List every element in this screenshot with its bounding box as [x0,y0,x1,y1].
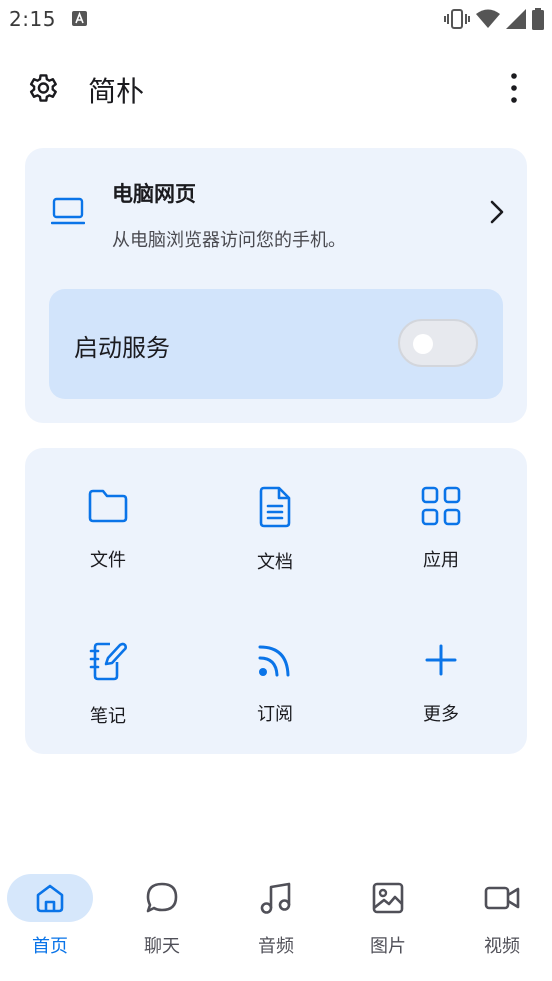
notebook-icon [89,642,128,681]
grid-item-files[interactable]: 文件 [48,472,168,572]
nav-active-indicator [7,874,93,922]
start-service-row: 启动服务 [49,289,503,399]
image-icon [372,882,404,914]
grid-item-label: 笔记 [90,706,126,727]
grid-item-notes[interactable]: 笔记 [48,626,168,727]
home-icon [36,884,64,913]
status-bar: 2:15 [0,0,552,40]
grid-item-subscriptions[interactable]: 订阅 [215,626,335,726]
nav-label: 视频 [484,936,520,957]
web-access-card: 电脑网页 从电脑浏览器访问您的手机。 启动服务 [25,148,527,423]
feature-grid-card: 文件 文档 应用 笔记 订阅 更多 [25,448,527,754]
nav-item-home[interactable]: 首页 [0,874,100,964]
web-access-subtitle: 从电脑浏览器访问您的手机。 [112,230,346,251]
status-icons [444,8,544,30]
notification-a-icon [72,11,87,26]
music-note-icon [260,882,291,914]
chat-bubble-icon [146,882,178,913]
folder-icon [88,489,128,523]
grid-item-label: 应用 [423,550,459,571]
start-service-label: 启动服务 [74,334,170,362]
more-vertical-icon [511,73,517,103]
nav-item-audio[interactable]: 音频 [226,874,326,964]
nav-label: 图片 [370,936,406,957]
grid-item-label: 文档 [257,552,293,573]
nav-label: 聊天 [144,936,180,957]
app-bar: 简朴 [0,56,552,120]
more-options-button[interactable] [502,68,526,108]
grid-item-label: 更多 [423,704,459,725]
nav-item-chat[interactable]: 聊天 [112,874,212,964]
chevron-right-icon [490,200,504,224]
grid-item-more[interactable]: 更多 [381,626,501,726]
vibrate-icon [444,9,470,29]
plus-icon [425,644,457,676]
nav-label: 首页 [32,936,68,957]
status-time: 2:15 [9,7,56,31]
battery-icon [532,8,544,30]
settings-button[interactable] [22,68,62,108]
start-service-toggle[interactable] [398,319,478,367]
app-title: 简朴 [88,75,145,108]
grid-item-label: 订阅 [257,704,293,725]
apps-grid-icon [421,486,461,526]
grid-item-docs[interactable]: 文档 [215,472,335,573]
web-access-row[interactable]: 电脑网页 从电脑浏览器访问您的手机。 [25,148,527,268]
web-access-title: 电脑网页 [112,182,196,206]
nav-label: 音频 [258,936,294,957]
video-camera-icon [484,886,520,910]
nav-item-images[interactable]: 图片 [338,874,438,964]
bottom-navigation: 首页 聊天 音频 图片 视频 [0,862,552,981]
document-icon [259,486,291,528]
nav-item-video[interactable]: 视频 [452,874,552,964]
signal-icon [506,9,526,29]
rss-icon [258,645,290,677]
grid-item-label: 文件 [90,550,126,571]
wifi-icon [476,9,500,28]
gear-icon [29,74,57,102]
grid-item-apps[interactable]: 应用 [381,472,501,572]
laptop-icon [51,197,85,225]
toggle-knob [413,334,433,354]
